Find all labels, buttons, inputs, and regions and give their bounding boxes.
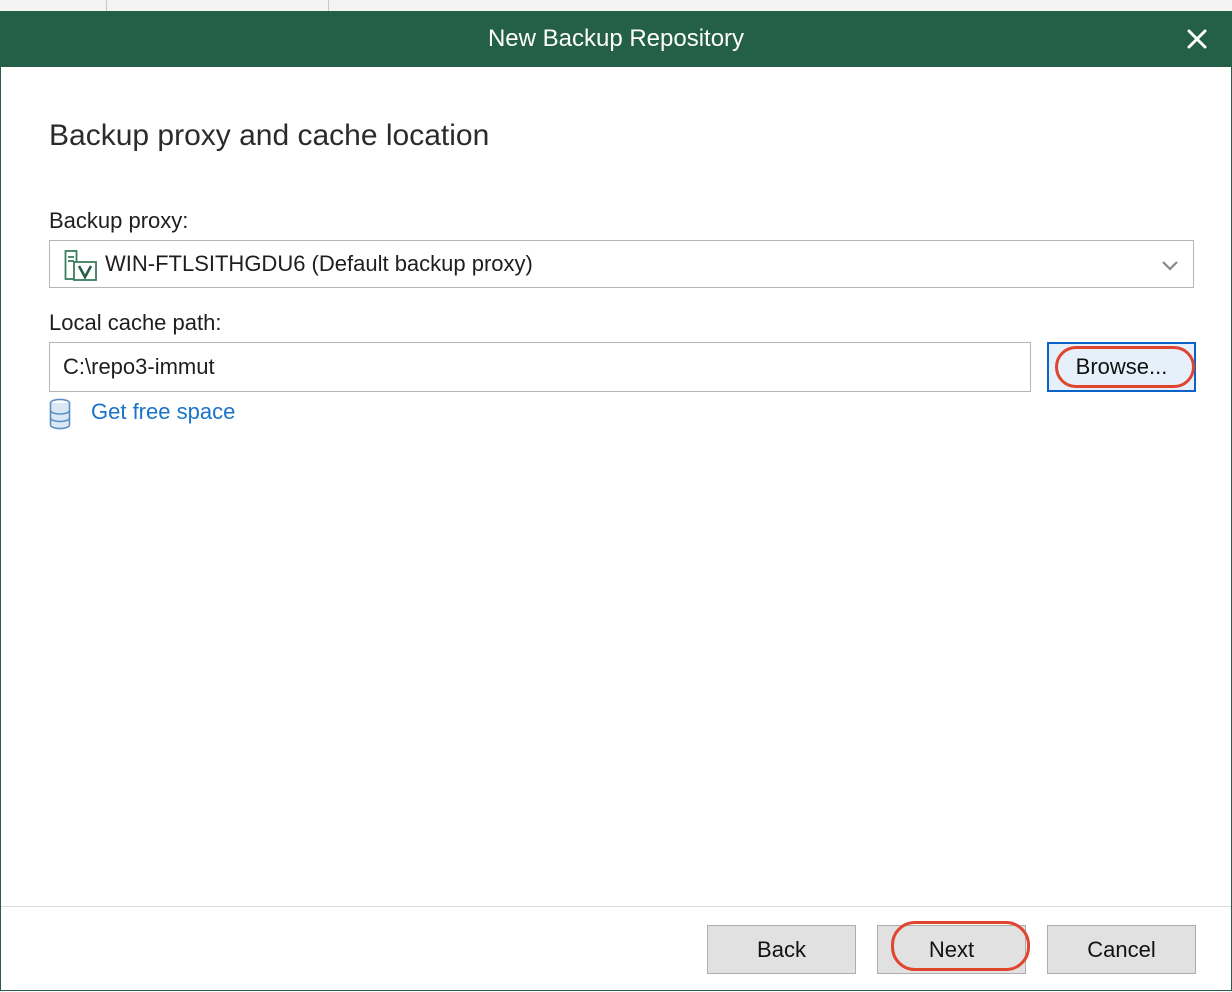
browse-button[interactable]: Browse... (1047, 342, 1196, 392)
backup-proxy-value: WIN-FTLSITHGDU6 (Default backup proxy) (105, 251, 533, 276)
footer-divider (1, 906, 1231, 907)
backup-proxy-dropdown[interactable]: WIN-FTLSITHGDU6 (Default backup proxy) (49, 240, 1194, 288)
backup-proxy-label: Backup proxy: (49, 208, 189, 233)
back-button[interactable]: Back (707, 925, 856, 974)
dialog-title: New Backup Repository (487, 25, 745, 52)
proxy-server-icon (64, 250, 97, 281)
dialog-titlebar: New Backup Repository (1, 11, 1231, 67)
database-icon (49, 398, 71, 430)
close-icon (1187, 29, 1207, 49)
get-free-space-link[interactable]: Get free space (91, 399, 235, 425)
close-button[interactable] (1179, 21, 1215, 57)
local-cache-path-input[interactable] (49, 342, 1031, 392)
chevron-down-icon (1162, 261, 1178, 271)
background-tab (0, 0, 107, 11)
step-heading: Backup proxy and cache location (49, 119, 490, 152)
new-backup-repository-dialog: New Backup Repository Backup proxy and c… (0, 11, 1232, 991)
background-tab (107, 0, 329, 11)
next-button[interactable]: Next (877, 925, 1026, 974)
local-cache-path-label: Local cache path: (49, 310, 222, 335)
cancel-button[interactable]: Cancel (1047, 925, 1196, 974)
